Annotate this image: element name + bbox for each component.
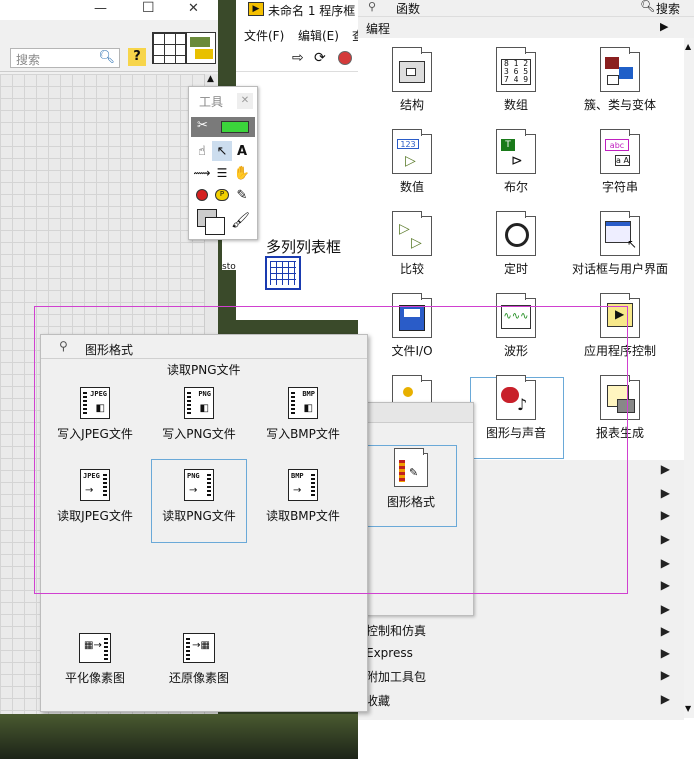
palette-item-label: 数组 — [503, 98, 528, 112]
palette-item-label: 字符串 — [601, 180, 638, 194]
probe-icon[interactable]: P — [212, 185, 232, 205]
palette-item-structures[interactable]: 结构 — [360, 47, 464, 113]
palette-scrollbar[interactable]: ▲ ▼ — [684, 38, 694, 718]
bd-node-fragment: sto — [222, 240, 236, 272]
edit-text-icon[interactable]: A — [232, 141, 252, 161]
desktop-background — [0, 714, 358, 759]
abort-icon[interactable] — [338, 51, 352, 65]
row-addons[interactable]: 附加工具包 — [366, 668, 426, 685]
menu-file[interactable]: 文件(F) — [244, 27, 284, 44]
flatten-pixmap-icon: ▦→ — [79, 633, 111, 663]
item-label: 平化像素图 — [64, 671, 125, 685]
row-express[interactable]: Express — [366, 646, 413, 660]
search-icon[interactable]: 🔍︎ — [640, 0, 655, 13]
array-icon: 8 1 23 6 57 4 9 — [496, 47, 536, 92]
structures-icon — [392, 47, 432, 92]
comparison-icon: ▷ ▷ — [392, 211, 432, 256]
run-arrow-icon[interactable]: ⇨ — [292, 50, 304, 66]
scroll-down-icon[interactable]: ▼ — [685, 704, 691, 713]
palette-title: 函数 — [396, 2, 421, 16]
flatten-pixmap[interactable]: ▦→ 平化像素图 — [43, 633, 147, 686]
row-control-simulation[interactable]: 控制和仿真 — [366, 622, 426, 639]
search-icon[interactable]: 🔍︎ — [98, 50, 115, 65]
multicolumn-listbox-label: 多列列表框 — [266, 238, 342, 256]
run-continuously-icon[interactable]: ⟳ — [314, 50, 326, 66]
tools-title: 工具 — [199, 95, 224, 109]
palette-item-label: 定时 — [503, 262, 528, 276]
search-button[interactable]: 搜索 — [656, 0, 680, 17]
category-arrow-icon: ▶ — [660, 20, 669, 33]
submenu-arrow-icon[interactable]: ▶ — [661, 462, 670, 476]
palette-item-label: 比较 — [399, 262, 424, 276]
unflatten-pixmap[interactable]: →▦ 还原像素图 — [147, 633, 251, 686]
cluster-icon — [600, 47, 640, 92]
window-title: 未命名 1 程序框 — [268, 4, 356, 18]
get-color-icon[interactable]: ✎ — [232, 185, 252, 205]
help-icon[interactable]: ? — [128, 48, 146, 66]
scroll-up-icon[interactable]: ▲ — [685, 42, 691, 51]
operate-value-icon[interactable]: ☝ — [192, 141, 212, 161]
palette-item-label: 对话框与用户界面 — [571, 262, 668, 276]
position-select-icon[interactable]: ↖ — [212, 141, 232, 161]
category-header[interactable]: 编程 ▶ — [358, 16, 694, 38]
palette-item-array[interactable]: 8 1 23 6 57 4 9 数组 — [464, 47, 568, 113]
auto-select-icon[interactable]: ✂ — [197, 118, 208, 133]
submenu-arrow-icon[interactable]: ▶ — [661, 692, 670, 706]
unflatten-pixmap-icon: →▦ — [183, 633, 215, 663]
row-favorites[interactable]: 收藏 — [366, 692, 390, 709]
pin-icon[interactable]: ⚲ — [368, 0, 376, 13]
node-sub-label: sto — [222, 262, 236, 272]
submenu-arrow-icon[interactable]: ▶ — [661, 508, 670, 522]
palette-item-string[interactable]: abc a A 字符串 — [568, 129, 672, 195]
title-bar — [0, 0, 218, 20]
string-icon: abc a A — [600, 129, 640, 174]
dialog-icon: ↖ — [600, 211, 640, 256]
grid-layout-icon[interactable] — [152, 32, 186, 64]
boolean-icon: T ⊳ — [496, 129, 536, 174]
multicolumn-listbox-terminal[interactable] — [265, 256, 301, 290]
scroll-up-icon[interactable]: ▲ — [207, 74, 214, 84]
menu-edit[interactable]: 编辑(E) — [298, 27, 339, 44]
scroll-hand-icon[interactable]: ✋ — [232, 163, 252, 183]
set-color-front-icon[interactable] — [205, 217, 225, 235]
submenu-arrow-icon[interactable]: ▶ — [661, 532, 670, 546]
submenu-arrow-icon[interactable]: ▶ — [661, 646, 670, 660]
close-button[interactable]: ✕ — [188, 1, 199, 16]
item-label: 还原像素图 — [168, 671, 229, 685]
vi-icon[interactable] — [186, 32, 216, 64]
shortcut-menu-icon[interactable]: ☰ — [212, 163, 232, 183]
search-placeholder: 搜索 — [16, 53, 41, 67]
submenu-arrow-icon[interactable]: ▶ — [661, 668, 670, 682]
timing-icon — [496, 211, 536, 256]
palette-item-label: 数值 — [399, 180, 424, 194]
submenu-arrow-icon[interactable]: ▶ — [661, 624, 670, 638]
numeric-icon: 123 ▷ — [392, 129, 432, 174]
breakpoint-icon[interactable] — [192, 185, 212, 205]
tools-palette: 工具 ✕ ✂ ☝ ↖ A ⟿ ☰ ✋ P ✎ 🖌︎ — [188, 86, 258, 240]
submenu-arrow-icon[interactable]: ▶ — [661, 556, 670, 570]
search-input[interactable]: 搜索 🔍︎ — [10, 48, 120, 68]
palette-item-label: 布尔 — [503, 180, 528, 194]
palette-item-timing[interactable]: 定时 — [464, 211, 568, 277]
palette-item-boolean[interactable]: T ⊳ 布尔 — [464, 129, 568, 195]
submenu-arrow-icon[interactable]: ▶ — [661, 602, 670, 616]
palette-item-comparison[interactable]: ▷ ▷ 比较 — [360, 211, 464, 277]
category-label: 编程 — [366, 22, 391, 36]
close-icon[interactable]: ✕ — [237, 93, 253, 109]
submenu-arrow-icon[interactable]: ▶ — [661, 486, 670, 500]
submenu-arrow-icon[interactable]: ▶ — [661, 578, 670, 592]
auto-select-indicator[interactable] — [221, 121, 249, 133]
connect-wire-icon[interactable]: ⟿ — [192, 163, 212, 183]
minimize-button[interactable]: — — [94, 1, 107, 16]
palette-item-label: 簇、类与变体 — [583, 98, 656, 112]
maximize-button[interactable]: ☐ — [142, 0, 155, 16]
labview-icon: ▶ — [248, 2, 264, 16]
paintbrush-icon[interactable]: 🖌︎ — [231, 211, 250, 229]
palette-item-dialog-ui[interactable]: ↖ 对话框与用户界面 — [568, 211, 672, 277]
palette-item-cluster-class-variant[interactable]: 簇、类与变体 — [568, 47, 672, 113]
palette-item-numeric[interactable]: 123 ▷ 数值 — [360, 129, 464, 195]
selection-marquee — [34, 306, 628, 594]
palette-item-label: 结构 — [399, 98, 424, 112]
